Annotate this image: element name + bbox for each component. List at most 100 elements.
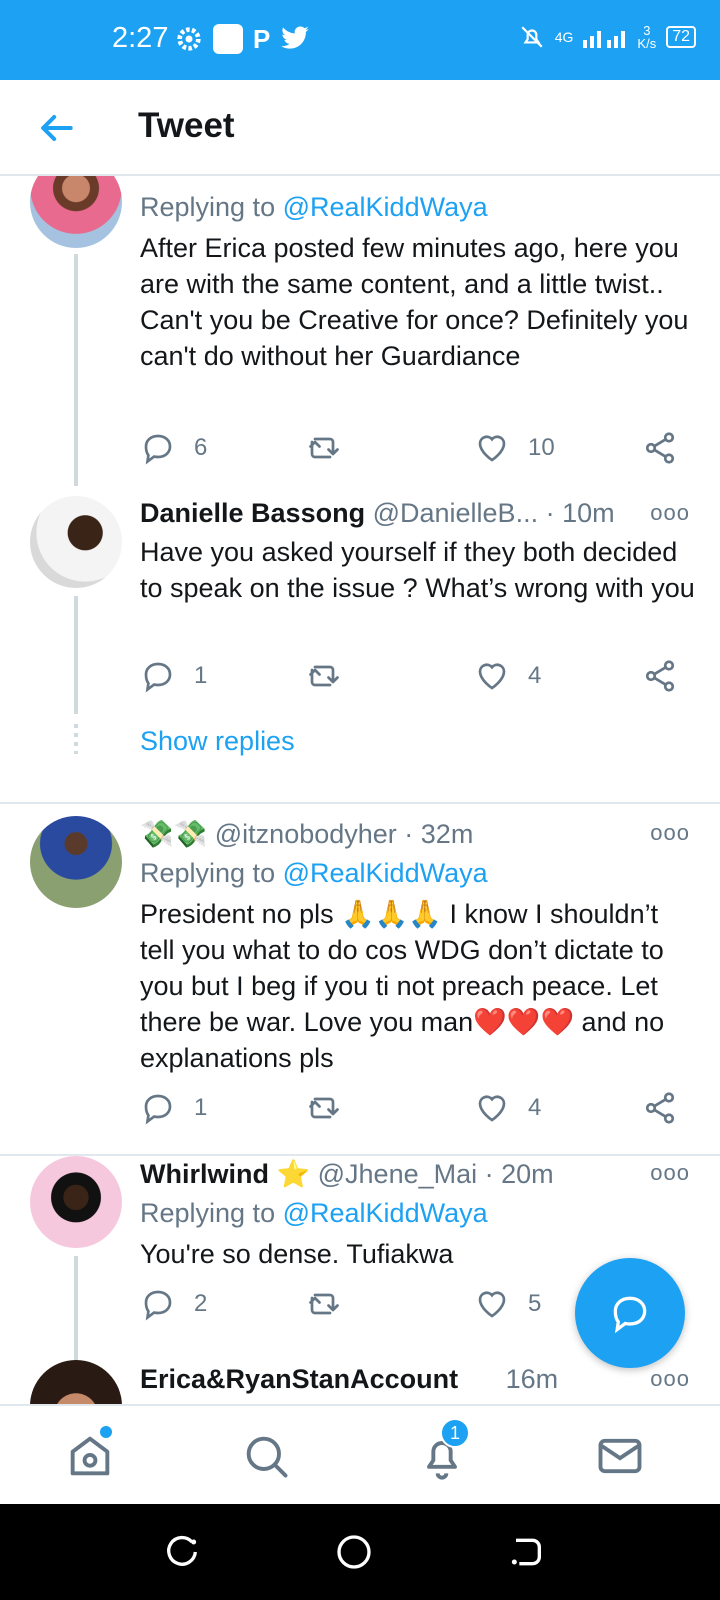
avatar[interactable] — [30, 176, 122, 248]
square-icon — [213, 24, 243, 54]
nav-notifications[interactable]: 1 — [416, 1418, 470, 1482]
compose-reply-icon — [613, 1296, 647, 1334]
reply-feed[interactable]: Replying to @RealKiddWaya After Erica po… — [0, 176, 720, 1404]
reply-button[interactable]: 1 — [140, 658, 207, 694]
avatar[interactable] — [30, 496, 122, 588]
share-button[interactable] — [642, 430, 678, 466]
p-icon: P — [253, 24, 271, 54]
reply-icon — [144, 662, 172, 693]
share-icon — [645, 660, 675, 692]
nav-search[interactable] — [240, 1430, 292, 1482]
retweet-button[interactable] — [306, 1286, 342, 1322]
share-icon — [645, 1092, 675, 1124]
heart-icon — [478, 1095, 506, 1122]
gear-icon — [177, 27, 201, 51]
tweet-actions: 1 4 — [140, 1090, 690, 1130]
status-time: 2:27 — [112, 22, 169, 54]
thread-line — [74, 596, 78, 714]
notification-badge: 1 — [440, 1418, 470, 1448]
status-right-icons: 4G 3 K/s 72 — [519, 24, 696, 50]
tweet-item[interactable]: Danielle Bassong @DanielleB... · 10m ooo… — [0, 494, 720, 784]
tweet-meta: 💸💸 @itznobodyher · 32m — [140, 818, 473, 850]
handle[interactable]: @itznobodyher — [215, 819, 397, 849]
retweet-button[interactable] — [306, 430, 342, 466]
signal-icon — [583, 31, 626, 48]
show-replies-link[interactable]: Show replies — [140, 726, 295, 757]
tweet-text: Have you asked yourself if they both dec… — [140, 537, 695, 603]
mention-link[interactable]: @RealKiddWaya — [283, 858, 488, 888]
more-options-icon[interactable]: ooo — [650, 500, 690, 526]
home-new-dot — [100, 1426, 112, 1438]
tweet-meta: Whirlwind ⭐ @Jhene_Mai · 20m — [140, 1158, 554, 1190]
tweet-item[interactable]: 💸💸 @itznobodyher · 32m ooo Replying to @… — [0, 804, 720, 1132]
display-name[interactable]: Whirlwind ⭐ — [140, 1159, 310, 1189]
reply-button[interactable]: 6 — [140, 430, 207, 466]
share-button[interactable] — [642, 1090, 678, 1126]
more-options-icon[interactable]: ooo — [650, 1366, 690, 1392]
retweet-icon — [309, 1097, 339, 1119]
back-system-icon[interactable] — [506, 1532, 546, 1572]
timestamp: · 32m — [404, 819, 474, 849]
tweet-actions: 1 4 — [140, 658, 690, 698]
avatar[interactable] — [30, 816, 122, 908]
page-title: Tweet — [138, 106, 235, 145]
display-name[interactable]: Danielle Bassong — [140, 498, 365, 528]
retweet-button[interactable] — [306, 658, 342, 694]
handle[interactable]: @DanielleB... — [373, 498, 538, 528]
thread-line — [74, 254, 78, 486]
tweet-meta: Danielle Bassong @DanielleB... · 10m — [140, 498, 615, 529]
like-button[interactable]: 10 — [474, 430, 555, 466]
handle[interactable]: @Jhene_Mai — [318, 1159, 478, 1189]
reply-icon — [144, 1290, 172, 1321]
system-navigation-bar — [0, 1504, 720, 1600]
display-name[interactable]: 💸💸 — [140, 819, 207, 849]
search-icon — [246, 1436, 288, 1478]
top-app-bar: Tweet — [0, 80, 720, 176]
mute-bell-icon — [521, 26, 543, 48]
replying-to: Replying to @RealKiddWaya — [140, 1198, 488, 1228]
status-bar: 2:27 P 4G 3 K/s 72 — [0, 0, 720, 80]
tweet-item[interactable]: Replying to @RealKiddWaya After Erica po… — [0, 176, 720, 486]
like-button[interactable]: 5 — [474, 1286, 541, 1322]
thread-dots — [74, 724, 78, 754]
tweet-text: After Erica posted few minutes ago, here… — [140, 233, 689, 371]
tweet-meta: Erica&RyanStanAccount 16m — [140, 1364, 558, 1395]
nav-messages[interactable] — [594, 1430, 646, 1482]
home-system-icon[interactable] — [334, 1532, 374, 1572]
status-left-icons: P — [175, 24, 310, 54]
avatar[interactable] — [30, 1156, 122, 1248]
retweet-icon — [309, 1293, 339, 1315]
more-options-icon[interactable]: ooo — [650, 820, 690, 846]
display-name[interactable]: Erica&RyanStanAccount — [140, 1364, 458, 1394]
timestamp: · 10m — [545, 498, 615, 528]
timestamp: · 20m — [484, 1159, 554, 1189]
reply-button[interactable]: 1 — [140, 1090, 207, 1126]
compose-reply-button[interactable] — [575, 1258, 685, 1368]
mention-link[interactable]: @RealKiddWaya — [283, 192, 488, 222]
bottom-navigation: 1 — [0, 1404, 720, 1504]
heart-icon — [478, 663, 506, 690]
more-options-icon[interactable]: ooo — [650, 1160, 690, 1186]
timestamp: 16m — [505, 1364, 559, 1394]
heart-icon — [478, 1291, 506, 1318]
like-button[interactable]: 4 — [474, 1090, 541, 1126]
home-icon — [70, 1436, 110, 1476]
share-icon — [645, 432, 675, 464]
reply-icon — [144, 434, 172, 465]
tweet-actions: 6 10 — [140, 430, 690, 470]
replying-to: Replying to @RealKiddWaya — [140, 858, 488, 888]
like-button[interactable]: 4 — [474, 658, 541, 694]
reply-button[interactable]: 2 — [140, 1286, 207, 1322]
messages-icon — [598, 1438, 642, 1474]
retweet-icon — [309, 437, 339, 459]
share-button[interactable] — [642, 658, 678, 694]
tweet-text: President no pls 🙏🙏🙏 I know I shouldn’t … — [140, 899, 665, 1073]
retweet-icon — [309, 665, 339, 687]
back-arrow-icon[interactable] — [34, 106, 78, 150]
recent-apps-icon[interactable] — [162, 1532, 202, 1572]
nav-home[interactable] — [64, 1426, 116, 1482]
mention-link[interactable]: @RealKiddWaya — [283, 1198, 488, 1228]
reply-icon — [144, 1094, 172, 1125]
retweet-button[interactable] — [306, 1090, 342, 1126]
avatar[interactable] — [30, 1360, 122, 1404]
